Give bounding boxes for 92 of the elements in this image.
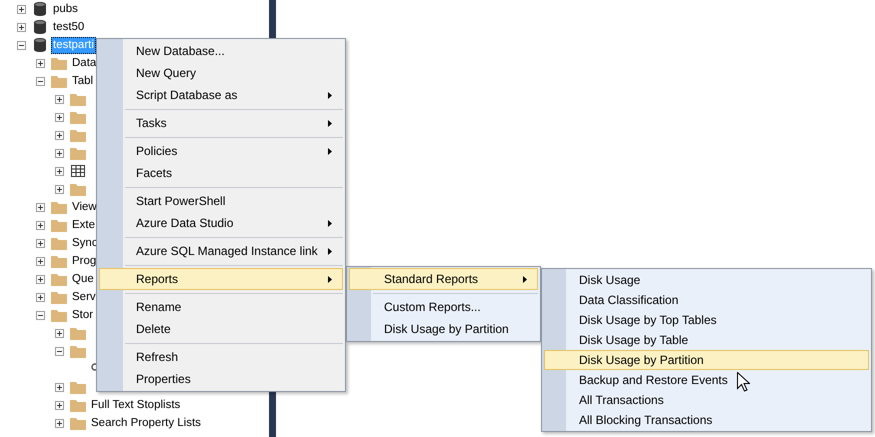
expand-icon[interactable] bbox=[36, 220, 45, 230]
folder-icon bbox=[51, 290, 67, 304]
folder-icon bbox=[51, 218, 67, 232]
menu-item[interactable]: Script Database as bbox=[99, 84, 343, 106]
expand-icon[interactable] bbox=[55, 166, 64, 176]
menu-item[interactable]: Delete bbox=[99, 318, 343, 340]
menu-item[interactable]: Disk Usage by Table bbox=[544, 330, 869, 350]
menu-item[interactable]: All Blocking Transactions bbox=[544, 410, 869, 430]
expand-icon[interactable] bbox=[55, 184, 64, 194]
tree-item[interactable]: Que bbox=[70, 270, 96, 288]
expand-icon[interactable] bbox=[36, 58, 45, 68]
expand-icon[interactable] bbox=[55, 130, 64, 140]
menu-item[interactable]: Azure Data Studio bbox=[99, 212, 343, 234]
submenu-arrow-icon bbox=[328, 148, 332, 154]
tree-item[interactable]: Serv bbox=[70, 288, 98, 306]
menu-item[interactable]: All Transactions bbox=[544, 390, 869, 410]
tree-item[interactable]: Tabl bbox=[70, 72, 96, 90]
database-icon bbox=[34, 38, 46, 52]
folder-icon bbox=[51, 236, 67, 250]
menu-item[interactable]: Azure SQL Managed Instance link bbox=[99, 240, 343, 262]
expand-icon[interactable] bbox=[17, 22, 26, 32]
submenu-arrow-icon bbox=[328, 276, 332, 282]
expand-icon[interactable] bbox=[36, 238, 45, 248]
folder-icon bbox=[70, 128, 86, 142]
folder-icon bbox=[51, 56, 67, 70]
folder-icon bbox=[70, 110, 86, 124]
folder-icon bbox=[70, 182, 86, 196]
menu-item[interactable]: Disk Usage bbox=[544, 270, 869, 290]
menu-item[interactable]: Properties bbox=[99, 368, 343, 390]
database-icon bbox=[34, 20, 46, 34]
tree-item[interactable]: Full Text Stoplists bbox=[89, 396, 182, 414]
database-icon bbox=[34, 2, 46, 16]
expand-icon[interactable] bbox=[55, 112, 64, 122]
expand-icon[interactable] bbox=[55, 418, 64, 428]
expand-icon[interactable] bbox=[36, 256, 45, 266]
submenu-arrow-icon bbox=[328, 220, 332, 226]
menu-item[interactable]: Custom Reports... bbox=[349, 296, 538, 318]
expand-icon[interactable] bbox=[17, 4, 26, 14]
tree-item[interactable]: Sync bbox=[70, 234, 100, 252]
submenu-arrow-icon bbox=[328, 120, 332, 126]
folder-icon bbox=[51, 308, 67, 322]
folder-icon bbox=[51, 272, 67, 286]
menu-item[interactable]: New Database... bbox=[99, 40, 343, 62]
menu-item[interactable]: Standard Reports bbox=[349, 268, 538, 290]
tree-item[interactable]: Data bbox=[70, 54, 98, 72]
menu-item[interactable]: Disk Usage by Partition bbox=[349, 318, 538, 340]
tree-item[interactable]: View bbox=[70, 198, 99, 216]
menu-item[interactable]: Backup and Restore Events bbox=[544, 370, 869, 390]
menu-item[interactable]: Disk Usage by Partition bbox=[544, 350, 869, 370]
expand-icon[interactable] bbox=[55, 148, 64, 158]
tree-item[interactable]: Exte bbox=[70, 216, 98, 234]
folder-icon bbox=[70, 146, 86, 160]
expand-icon[interactable] bbox=[55, 328, 64, 338]
folder-icon bbox=[51, 200, 67, 214]
expand-icon[interactable] bbox=[36, 274, 45, 284]
tree-item[interactable]: Prog bbox=[70, 252, 98, 270]
folder-icon bbox=[70, 92, 86, 106]
collapse-icon[interactable] bbox=[36, 310, 45, 320]
tree-item[interactable]: Stor bbox=[70, 306, 96, 324]
folder-icon bbox=[51, 254, 67, 268]
collapse-icon[interactable] bbox=[55, 346, 64, 356]
tree-item[interactable]: pubs bbox=[51, 0, 80, 18]
expand-icon[interactable] bbox=[55, 382, 64, 392]
tree-item[interactable]: Search Property Lists bbox=[89, 414, 203, 432]
folder-icon bbox=[70, 380, 86, 394]
submenu-arrow-icon bbox=[328, 92, 332, 98]
expand-icon[interactable] bbox=[36, 202, 45, 212]
submenu-arrow-icon bbox=[328, 248, 332, 254]
folder-icon bbox=[70, 344, 86, 358]
expand-icon[interactable] bbox=[55, 400, 64, 410]
menu-item[interactable]: Facets bbox=[99, 162, 343, 184]
collapse-icon[interactable] bbox=[36, 76, 45, 86]
collapse-icon[interactable] bbox=[17, 40, 26, 50]
menu-item[interactable]: Data Classification bbox=[544, 290, 869, 310]
expand-icon[interactable] bbox=[36, 292, 45, 302]
tree-item[interactable]: test50 bbox=[51, 18, 86, 36]
menu-item[interactable]: Tasks bbox=[99, 112, 343, 134]
table-icon bbox=[71, 165, 85, 177]
mouse-pointer-icon bbox=[737, 372, 750, 392]
menu-item[interactable]: New Query bbox=[99, 62, 343, 84]
menu-item[interactable]: Start PowerShell bbox=[99, 190, 343, 212]
menu-item[interactable]: Policies bbox=[99, 140, 343, 162]
submenu-arrow-icon bbox=[523, 276, 527, 282]
folder-icon bbox=[51, 74, 67, 88]
menu-item[interactable]: Reports bbox=[99, 268, 343, 290]
expand-icon[interactable] bbox=[55, 94, 64, 104]
folder-icon bbox=[70, 416, 86, 430]
menu-item[interactable]: Disk Usage by Top Tables bbox=[544, 310, 869, 330]
menu-item[interactable]: Rename bbox=[99, 296, 343, 318]
folder-icon bbox=[70, 398, 86, 412]
folder-icon bbox=[70, 326, 86, 340]
menu-item[interactable]: Refresh bbox=[99, 346, 343, 368]
